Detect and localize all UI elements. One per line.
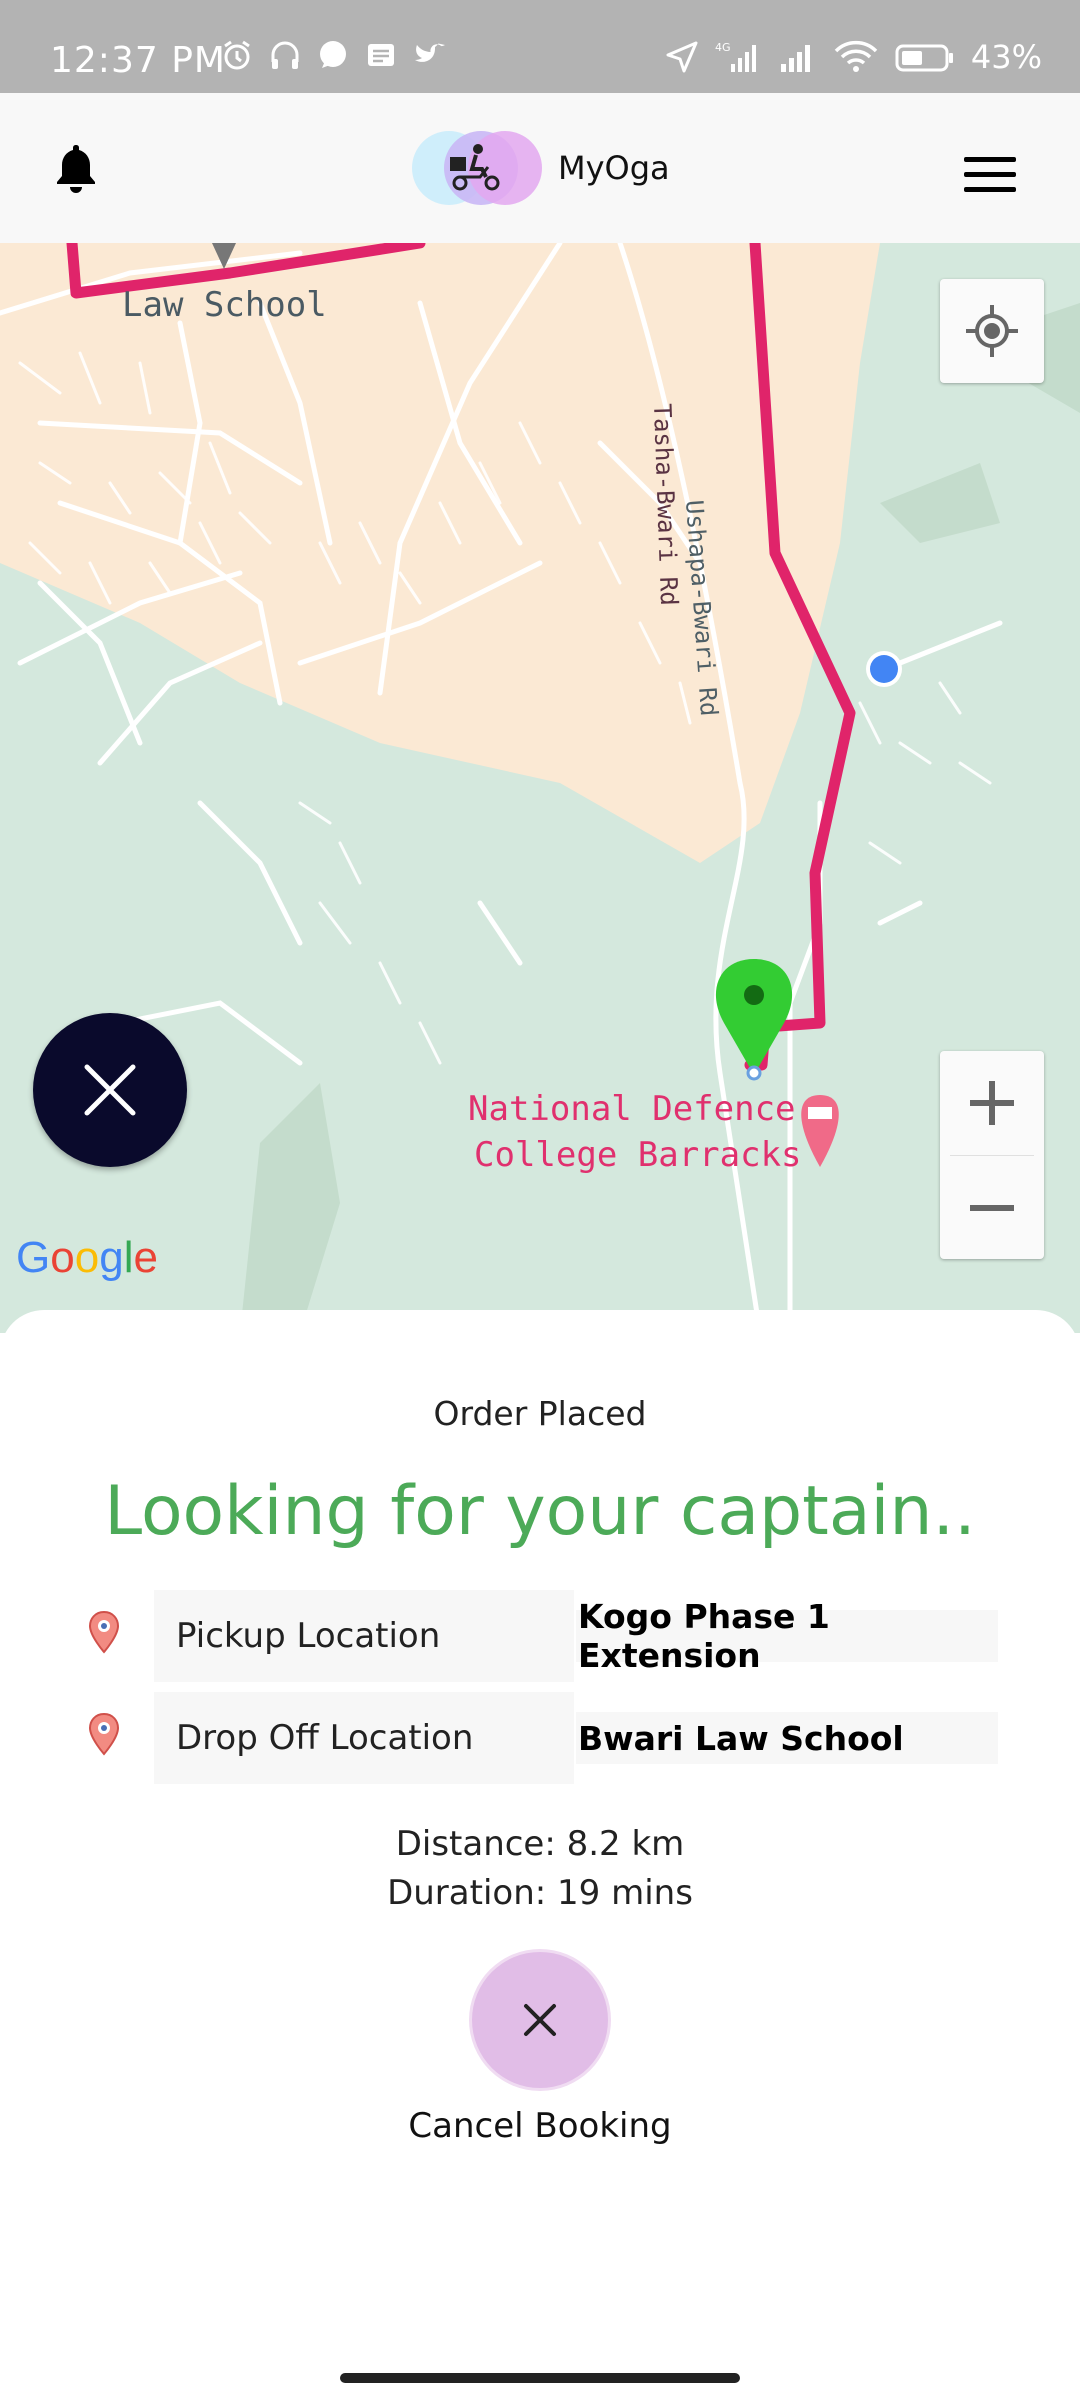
bell-icon — [57, 145, 95, 193]
svg-text:4G: 4G — [715, 41, 731, 54]
location-pin-icon — [88, 1712, 120, 1756]
wifi-icon — [834, 40, 878, 72]
pickup-label: Pickup Location — [154, 1590, 574, 1682]
map-view[interactable]: Law School Tasha-Bwari Rd Ushapa-Bwari R… — [0, 243, 1080, 1333]
location-arrow-icon — [666, 41, 698, 73]
my-location-button[interactable] — [940, 279, 1044, 383]
close-icon — [524, 2004, 556, 2036]
dropoff-value: Bwari Law School — [576, 1712, 998, 1764]
plus-icon — [970, 1081, 1014, 1125]
menu-button[interactable] — [964, 157, 1016, 198]
map-label-defence-line2: College Barracks — [474, 1135, 802, 1175]
alarm-icon — [224, 40, 250, 70]
battery-percent: 43% — [970, 38, 1042, 76]
brand-logo — [412, 131, 542, 205]
dropoff-row: Drop Off Location Bwari Law School — [0, 1692, 1080, 1784]
app-header: MyOga — [0, 93, 1080, 243]
cancel-booking-button[interactable] — [472, 1952, 608, 2088]
order-sheet: Order Placed Looking for your captain.. … — [0, 1310, 1080, 2400]
zoom-in-button[interactable] — [940, 1051, 1044, 1155]
notifications-button[interactable] — [52, 141, 100, 200]
system-icons: 4G 43% — [665, 38, 1042, 76]
pickup-row: Pickup Location Kogo Phase 1 Extension — [0, 1590, 1080, 1682]
notification-icons — [220, 38, 448, 72]
location-pin-icon — [88, 1610, 120, 1654]
status-bar: 12:37 PM 4G 43% — [0, 0, 1080, 93]
close-icon — [84, 1064, 136, 1116]
cancel-booking-label: Cancel Booking — [408, 2106, 672, 2146]
duration-text: Duration: 19 mins — [387, 1873, 693, 1913]
map-label-law-school: Law School — [122, 285, 327, 325]
close-fab-button[interactable] — [33, 1013, 187, 1167]
whatsapp-icon — [320, 41, 346, 68]
minus-icon — [970, 1205, 1014, 1211]
dropoff-label: Drop Off Location — [154, 1692, 574, 1784]
searching-headline: Looking for your captain.. — [104, 1472, 976, 1551]
battery-icon — [895, 44, 953, 72]
brand: MyOga — [412, 131, 670, 205]
distance-text: Distance: 8.2 km — [395, 1824, 685, 1864]
signal-icon — [780, 45, 810, 72]
zoom-out-button[interactable] — [940, 1156, 1044, 1260]
pickup-value: Kogo Phase 1 Extension — [576, 1597, 998, 1675]
my-location-icon — [966, 305, 1018, 357]
twitter-icon — [415, 43, 445, 62]
brand-name: MyOga — [558, 149, 670, 187]
order-status: Order Placed — [433, 1394, 647, 1433]
google-logo: Google — [16, 1233, 158, 1282]
headphones-icon — [271, 41, 299, 69]
zoom-controls — [940, 1051, 1044, 1259]
status-time: 12:37 PM — [50, 40, 226, 81]
signal-4g-icon: 4G — [715, 41, 756, 72]
message-icon — [368, 44, 394, 66]
home-indicator[interactable] — [340, 2373, 740, 2383]
map-label-defence-line1: National Defence — [468, 1089, 796, 1129]
menu-icon — [964, 157, 1016, 192]
delivery-rider-icon — [450, 144, 500, 191]
